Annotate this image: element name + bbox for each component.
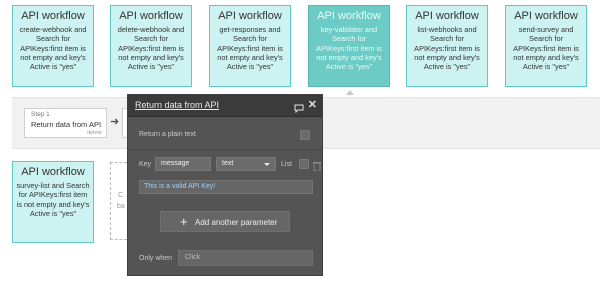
placeholder-text: C <box>118 192 124 199</box>
workflow-card-get-responses[interactable]: API workflow get-responses and Search fo… <box>209 5 291 87</box>
panel-title[interactable]: Return data from API <box>135 100 219 110</box>
key-label: Key <box>139 161 152 168</box>
workflow-card-survey-list[interactable]: API workflow survey-list and Search for … <box>12 161 94 243</box>
workflow-card-title: API workflow <box>119 10 183 22</box>
step-number: Step 1 <box>31 111 50 118</box>
arrow-right-icon: ➜ <box>110 116 120 128</box>
only-when-label: Only when <box>139 255 173 262</box>
chevron-down-icon <box>264 163 270 166</box>
workflow-card-title: API workflow <box>514 10 578 22</box>
add-parameter-button[interactable]: + Add another parameter <box>160 211 290 232</box>
workflow-card-description: delete-webhook and Search for APIKeys:fi… <box>117 25 185 72</box>
key-value: message <box>161 160 190 167</box>
plain-text-checkbox[interactable] <box>300 130 310 140</box>
type-dropdown[interactable]: text <box>216 157 276 171</box>
workflow-card-key-validator[interactable]: API workflow key-validator and Search fo… <box>308 5 390 87</box>
workflow-card-title: API workflow <box>218 10 282 22</box>
comment-icon[interactable] <box>294 100 304 118</box>
workflow-card-title: API workflow <box>21 10 85 22</box>
workflow-card-title: API workflow <box>415 10 479 22</box>
workflow-card-delete-webhook[interactable]: API workflow delete-webhook and Search f… <box>110 5 192 87</box>
workflow-card-create-webhook[interactable]: API workflow create-webhook and Search f… <box>12 5 94 87</box>
panel-header: Return data from API ✕ <box>128 95 322 117</box>
workflow-card-title: API workflow <box>21 166 85 178</box>
plus-icon: + <box>180 214 188 229</box>
plain-text-label: Return a plain text <box>139 131 196 138</box>
workflow-card-description: create-webhook and Search for APIKeys:fi… <box>19 25 87 72</box>
workflow-card-list-webhooks[interactable]: API workflow list-webhooks and Search fo… <box>406 5 488 87</box>
action-properties-panel: Return data from API ✕ Return a plain te… <box>127 94 323 276</box>
workflow-card-description: key-validator and Search for APIKeys:fir… <box>316 25 382 72</box>
add-parameter-label: Add another parameter <box>195 218 278 227</box>
only-when-input[interactable]: Click <box>178 250 313 266</box>
workflow-card-send-survey[interactable]: API workflow send-survey and Search for … <box>505 5 587 87</box>
only-when-placeholder: Click <box>185 254 201 261</box>
workflow-card-description: survey-list and Search for APIKeys:first… <box>16 181 90 218</box>
workflow-card-description: get-responses and Search for APIKeys:fir… <box>217 25 283 72</box>
step-1-box[interactable]: Step 1 Return data from API delete <box>24 108 107 138</box>
close-icon[interactable]: ✕ <box>308 98 317 111</box>
divider <box>128 149 322 150</box>
step-delete-link[interactable]: delete <box>87 130 102 136</box>
type-value: text <box>222 160 234 167</box>
key-input[interactable]: message <box>155 157 211 171</box>
workflow-card-title: API workflow <box>317 10 381 22</box>
parameter-value-input[interactable]: This is a valid API Key! <box>139 180 313 194</box>
workflow-card-description: list-webhooks and Search for APIKeys:fir… <box>414 25 480 72</box>
list-checkbox[interactable] <box>299 159 309 169</box>
trash-icon[interactable] <box>313 158 321 176</box>
placeholder-text: ba <box>117 203 125 210</box>
parameter-value-text: This is a valid API Key! <box>144 183 216 190</box>
workflow-card-description: send-survey and Search for APIKeys:first… <box>513 25 579 72</box>
step-name: Return data from API <box>31 120 102 129</box>
list-label: List <box>281 161 292 168</box>
workflow-canvas: API workflow create-webhook and Search f… <box>0 0 600 281</box>
selected-workflow-indicator <box>346 90 354 95</box>
